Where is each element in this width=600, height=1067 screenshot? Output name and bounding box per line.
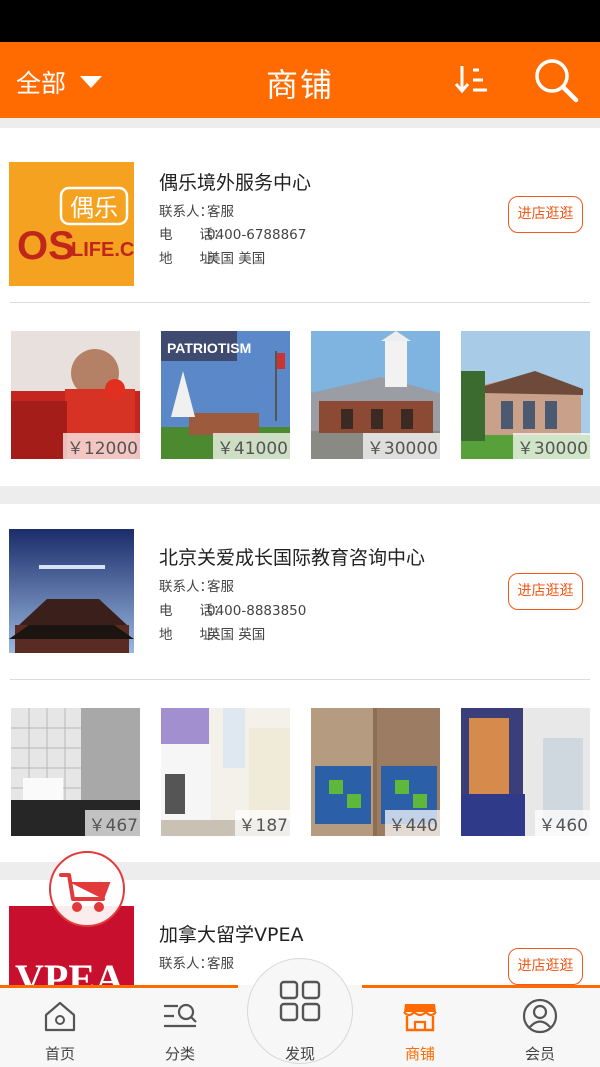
shop-contact: 联系人：客服 bbox=[159, 579, 234, 595]
shop-card: 北京关爱成长国际教育咨询中心 联系人：客服 电 话：0400-8883850 地… bbox=[0, 504, 600, 862]
shop-header[interactable]: 偶乐 OS LIFE.CN 偶乐境外服务中心 联系人：客服 电 话：0400-6… bbox=[0, 128, 600, 310]
shopping-cart-button[interactable] bbox=[49, 851, 125, 927]
tab-member[interactable]: 会员 bbox=[480, 988, 600, 1067]
shop-phone: 电 话：0400-6788867 bbox=[159, 227, 307, 243]
tab-label: 分类 bbox=[164, 1045, 195, 1063]
tab-label: 商铺 bbox=[404, 1045, 435, 1063]
visit-shop-button[interactable]: 进店逛逛 bbox=[508, 948, 583, 985]
shop-header[interactable]: 北京关爱成长国际教育咨询中心 联系人：客服 电 话：0400-8883850 地… bbox=[0, 504, 600, 686]
tab-discover[interactable]: 发现 bbox=[247, 958, 353, 1064]
product-thumbnail[interactable]: PATRIOTISM ￥41000 bbox=[161, 331, 290, 459]
tab-label: 会员 bbox=[524, 1045, 555, 1063]
product-price: ￥30000 bbox=[362, 433, 440, 459]
svg-text:OS: OS bbox=[17, 224, 75, 268]
product-thumbnail[interactable]: ￥30000 bbox=[461, 331, 590, 459]
product-thumbnail[interactable]: ￥460 bbox=[461, 708, 590, 836]
product-price: ￥467 bbox=[84, 810, 140, 836]
sort-icon[interactable] bbox=[452, 60, 492, 100]
shop-logo: 偶乐 OS LIFE.CN bbox=[9, 162, 134, 286]
shop-phone: 电 话：0400-8883850 bbox=[159, 603, 307, 619]
store-icon bbox=[403, 1004, 437, 1032]
divider bbox=[10, 679, 590, 680]
tab-label: 发现 bbox=[284, 1045, 315, 1063]
user-icon bbox=[522, 998, 558, 1034]
shop-card: 偶乐 OS LIFE.CN 偶乐境外服务中心 联系人：客服 电 话：0400-6… bbox=[0, 128, 600, 486]
status-bar bbox=[0, 0, 600, 42]
shop-name: 北京关爱成长国际教育咨询中心 bbox=[159, 547, 426, 569]
product-price: ￥12000 bbox=[62, 433, 140, 459]
shop-address: 地 址：美国 美国 bbox=[159, 251, 266, 267]
product-price: ￥460 bbox=[534, 810, 590, 836]
shop-name: 加拿大留学VPEA bbox=[159, 924, 304, 946]
svg-text:VPEA: VPEA bbox=[15, 956, 124, 985]
tab-stores[interactable]: 商铺 bbox=[360, 988, 480, 1067]
product-price: ￥30000 bbox=[512, 433, 590, 459]
home-icon bbox=[44, 1001, 76, 1032]
search-icon[interactable] bbox=[532, 56, 580, 104]
product-price: ￥440 bbox=[384, 810, 440, 836]
product-thumbnail[interactable]: ￥12000 bbox=[11, 331, 140, 459]
shop-address: 地 址：英国 英国 bbox=[159, 627, 266, 643]
tab-home[interactable]: 首页 bbox=[0, 988, 120, 1067]
visit-shop-button[interactable]: 进店逛逛 bbox=[508, 196, 583, 233]
app-header: 全部 商铺 bbox=[0, 42, 600, 118]
product-thumbnail[interactable]: ￥30000 bbox=[311, 331, 440, 459]
category-icon bbox=[164, 1003, 197, 1028]
svg-text:PATRIOTISM: PATRIOTISM bbox=[167, 340, 251, 356]
svg-text:LIFE.CN: LIFE.CN bbox=[71, 239, 134, 261]
visit-shop-button[interactable]: 进店逛逛 bbox=[508, 573, 583, 610]
product-thumbnail[interactable]: ￥187 bbox=[161, 708, 290, 836]
product-thumbnail[interactable]: ￥440 bbox=[311, 708, 440, 836]
svg-text:偶乐: 偶乐 bbox=[70, 194, 118, 222]
product-price: ￥41000 bbox=[212, 433, 290, 459]
tab-label: 首页 bbox=[44, 1045, 75, 1063]
shop-logo bbox=[9, 529, 134, 653]
cart-icon bbox=[59, 873, 111, 912]
product-list: ￥467 ￥187 ￥440 ￥460 bbox=[0, 708, 600, 836]
page-title: 商铺 bbox=[265, 66, 334, 104]
product-price: ￥187 bbox=[234, 810, 290, 836]
shop-contact: 联系人：客服 bbox=[159, 956, 234, 972]
product-thumbnail[interactable]: ￥467 bbox=[11, 708, 140, 836]
product-list: ￥12000 PATRIOTISM ￥41000 ￥30000 ￥30000 bbox=[0, 331, 600, 459]
divider bbox=[10, 302, 590, 303]
shop-contact: 联系人：客服 bbox=[159, 204, 234, 220]
grid-icon bbox=[279, 980, 321, 1022]
shop-name: 偶乐境外服务中心 bbox=[159, 172, 312, 194]
tab-category[interactable]: 分类 bbox=[120, 988, 240, 1067]
